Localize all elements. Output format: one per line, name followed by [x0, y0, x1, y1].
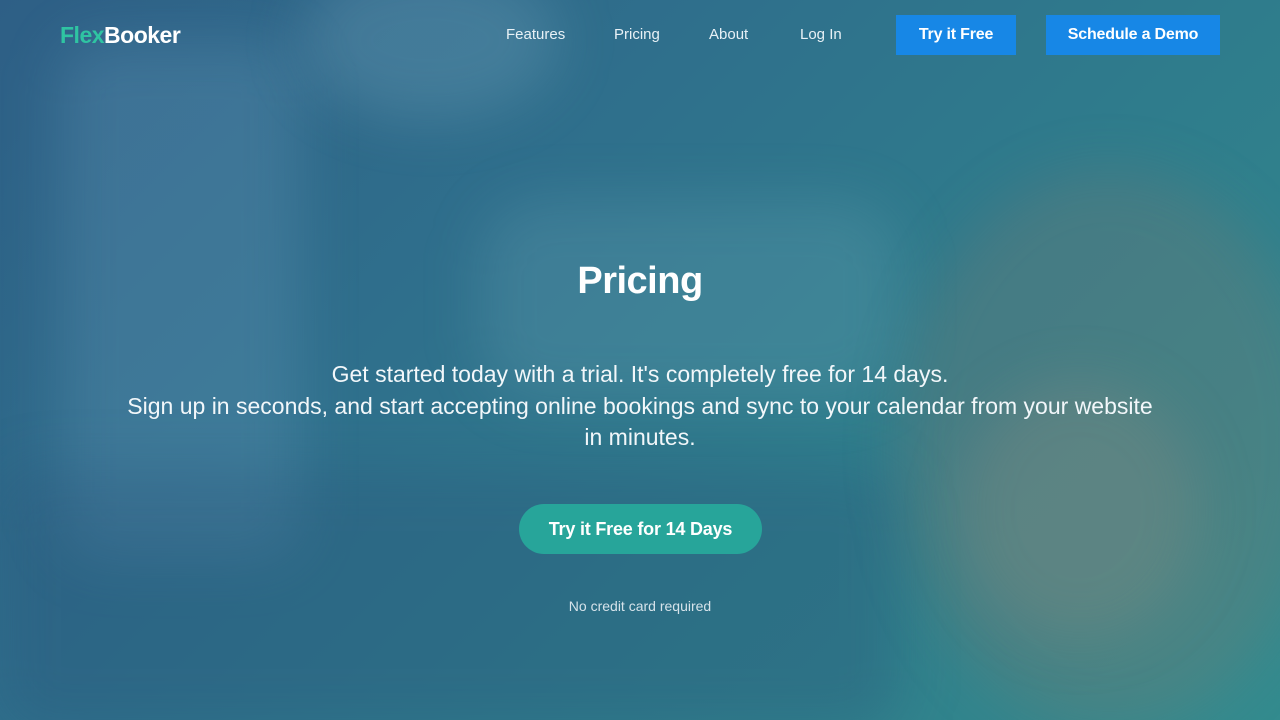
- page-title: Pricing: [577, 260, 703, 302]
- site-header: FlexBooker Features Pricing About Log In…: [0, 0, 1280, 70]
- logo-text-booker: Booker: [104, 22, 181, 48]
- hero-subtitle-line-2: Sign up in seconds, and start accepting …: [127, 392, 1153, 451]
- no-credit-card-note: No credit card required: [568, 598, 712, 614]
- hero-subtitle-line-1: Get started today with a trial. It's com…: [331, 361, 949, 387]
- logo-text-flex: Flex: [60, 22, 105, 48]
- flexbooker-logo[interactable]: FlexBooker: [60, 22, 181, 49]
- nav-link-about[interactable]: About: [709, 26, 748, 43]
- schedule-demo-button[interactable]: Schedule a Demo: [1046, 15, 1220, 55]
- nav-link-features[interactable]: Features: [506, 26, 565, 43]
- try-it-free-button[interactable]: Try it Free: [896, 15, 1016, 55]
- hero-subtitle: Get started today with a trial. It's com…: [120, 359, 1160, 454]
- nav-link-pricing[interactable]: Pricing: [614, 26, 660, 43]
- nav-link-login[interactable]: Log In: [800, 26, 842, 43]
- start-trial-button[interactable]: Try it Free for 14 Days: [519, 504, 762, 554]
